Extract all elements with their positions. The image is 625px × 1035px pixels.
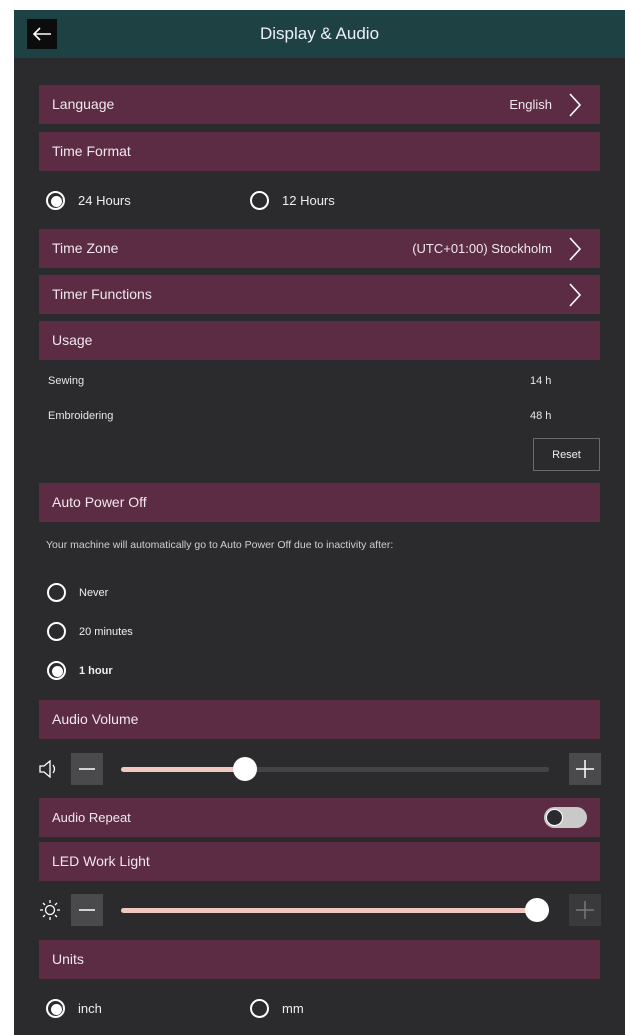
speaker-icon	[39, 760, 56, 778]
toggle-knob	[546, 809, 563, 826]
auto-power-off-header: Auto Power Off	[39, 483, 600, 522]
radio-indicator	[47, 583, 66, 602]
time-zone-label: Time Zone	[52, 240, 119, 256]
minus-icon	[79, 768, 95, 770]
units-header: Units	[39, 940, 600, 979]
radio-label: 24 Hours	[78, 193, 131, 208]
language-row[interactable]: Language English	[39, 85, 600, 124]
volume-slider-thumb[interactable]	[233, 757, 257, 781]
radio-label: 20 minutes	[79, 625, 133, 638]
radio-indicator	[47, 661, 66, 680]
time-zone-row[interactable]: Time Zone (UTC+01:00) Stockholm	[39, 229, 600, 268]
audio-volume-label: Audio Volume	[52, 711, 139, 727]
usage-header: Usage	[39, 321, 600, 360]
light-slider-fill	[121, 908, 549, 913]
time-format-header: Time Format	[39, 132, 600, 171]
usage-label: Usage	[52, 332, 93, 348]
reset-button[interactable]: Reset	[533, 438, 600, 471]
radio-indicator	[250, 999, 269, 1018]
radio-20-minutes[interactable]: 20 minutes	[47, 622, 133, 641]
units-label: Units	[52, 951, 84, 967]
radio-1-hour[interactable]: 1 hour	[47, 661, 113, 680]
minus-icon	[79, 909, 95, 911]
auto-power-off-label: Auto Power Off	[52, 494, 147, 510]
radio-inch[interactable]: inch	[46, 999, 102, 1018]
usage-embroidering-value: 48 h	[530, 410, 552, 422]
language-label: Language	[52, 96, 115, 112]
light-slider[interactable]	[121, 898, 549, 922]
auto-power-off-description: Your machine will automatically go to Au…	[46, 539, 394, 551]
volume-increase-button[interactable]	[569, 753, 601, 785]
audio-repeat-toggle[interactable]	[544, 807, 587, 828]
language-value: English	[509, 97, 552, 112]
volume-decrease-button[interactable]	[71, 753, 103, 785]
time-zone-value: (UTC+01:00) Stockholm	[412, 241, 552, 256]
radio-label: 1 hour	[79, 664, 113, 677]
light-decrease-button[interactable]	[71, 894, 103, 926]
timer-functions-label: Timer Functions	[52, 286, 152, 302]
radio-indicator	[47, 622, 66, 641]
title-bar: Display & Audio	[14, 10, 625, 58]
radio-mm[interactable]: mm	[250, 999, 304, 1018]
radio-never[interactable]: Never	[47, 583, 108, 602]
radio-24-hours[interactable]: 24 Hours	[46, 191, 131, 210]
led-work-light-header: LED Work Light	[39, 842, 600, 881]
radio-indicator	[46, 191, 65, 210]
usage-embroidering-label: Embroidering	[48, 410, 114, 422]
page-title: Display & Audio	[259, 24, 380, 43]
sun-icon	[40, 900, 60, 920]
arrow-left-icon	[32, 27, 51, 41]
audio-volume-header: Audio Volume	[39, 700, 600, 739]
radio-12-hours[interactable]: 12 Hours	[250, 191, 335, 210]
timer-functions-row[interactable]: Timer Functions	[39, 275, 600, 314]
volume-slider[interactable]	[121, 757, 549, 781]
chevron-right-icon	[569, 237, 582, 261]
audio-repeat-row: Audio Repeat	[39, 798, 600, 837]
radio-label: mm	[282, 1001, 304, 1016]
light-increase-button[interactable]	[569, 894, 601, 926]
volume-slider-fill	[121, 767, 245, 772]
usage-sewing-label: Sewing	[48, 375, 85, 387]
radio-indicator	[250, 191, 269, 210]
radio-label: inch	[78, 1001, 102, 1016]
chevron-right-icon	[569, 283, 582, 307]
radio-label: Never	[79, 586, 109, 599]
light-slider-thumb[interactable]	[525, 898, 549, 922]
radio-label: 12 Hours	[282, 193, 335, 208]
chevron-right-icon	[569, 93, 582, 117]
usage-sewing-value: 14 h	[530, 375, 552, 387]
plus-icon	[576, 901, 594, 919]
settings-screen: Display & Audio Language English Time Fo…	[14, 10, 625, 1035]
plus-icon	[576, 760, 594, 778]
back-button[interactable]	[27, 19, 57, 49]
audio-repeat-label: Audio Repeat	[52, 810, 131, 825]
led-work-light-label: LED Work Light	[52, 853, 150, 869]
radio-indicator	[46, 999, 65, 1018]
time-format-label: Time Format	[52, 143, 131, 159]
